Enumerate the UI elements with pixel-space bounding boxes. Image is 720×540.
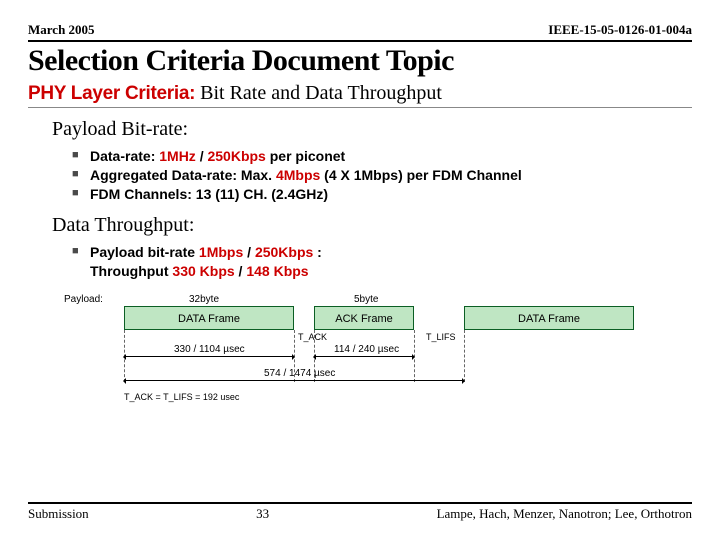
b1-mid1: / <box>196 148 208 164</box>
label-5byte: 5byte <box>354 294 378 305</box>
b4-l2b: 330 Kbps <box>172 263 234 279</box>
box-ack-frame: ACK Frame <box>314 306 414 330</box>
bullet-4: Payload bit-rate 1Mbps / 250Kbps : Throu… <box>72 243 692 281</box>
b4-l1c: / <box>243 244 255 260</box>
label-tlifs: T_LIFS <box>426 332 456 342</box>
bullet-2: Aggregated Data-rate: Max. 4Mbps (4 X 1M… <box>72 166 692 185</box>
b4-l1e: : <box>313 244 322 260</box>
bullet-3: FDM Channels: 13 (11) CH. (2.4GHz) <box>72 185 692 204</box>
timing-note: T_ACK = T_LIFS = 192 usec <box>124 392 239 402</box>
subtitle: PHY Layer Criteria: Bit Rate and Data Th… <box>28 82 692 108</box>
arrow-ack-time <box>314 356 414 357</box>
b2-post: (4 X 1Mbps) per FDM Channel <box>320 167 521 183</box>
label-data-time: 330 / 1104 µsec <box>174 344 245 355</box>
b1-red1: 1MHz <box>159 148 196 164</box>
label-total-time: 574 / 1474 µsec <box>264 368 335 379</box>
subtitle-rest: Bit Rate and Data Throughput <box>195 82 442 104</box>
b2-pre: Aggregated Data-rate: Max. <box>90 167 276 183</box>
header-bar: March 2005 IEEE-15-05-0126-01-004a <box>28 22 692 42</box>
throughput-bullets: Payload bit-rate 1Mbps / 250Kbps : Throu… <box>72 243 692 281</box>
arrow-total-time <box>124 380 464 381</box>
footer-page: 33 <box>256 506 269 522</box>
header-docnum: IEEE-15-05-0126-01-004a <box>548 22 692 38</box>
b1-pre: Data-rate: <box>90 148 159 164</box>
b4-l2c: / <box>235 263 247 279</box>
label-payload: Payload: <box>64 294 103 305</box>
box-data-frame-2: DATA Frame <box>464 306 634 330</box>
subtitle-highlight: PHY Layer Criteria: <box>28 83 195 104</box>
footer-right: Lampe, Hach, Menzer, Nanotron; Lee, Orth… <box>437 506 692 522</box>
footer-left: Submission <box>28 506 89 522</box>
b4-l2d: 148 Kbps <box>246 263 308 279</box>
slide-title: Selection Criteria Document Topic <box>28 44 692 78</box>
box-data-frame-1: DATA Frame <box>124 306 294 330</box>
arrow-data-time <box>124 356 294 357</box>
label-ack-time: 114 / 240 µsec <box>334 344 399 355</box>
payload-bullets: Data-rate: 1MHz / 250Kbps per piconet Ag… <box>72 147 692 204</box>
b4-l1a: Payload bit-rate <box>90 244 199 260</box>
b4-l1b: 1Mbps <box>199 244 243 260</box>
tick <box>464 330 465 382</box>
b1-red2: 250Kbps <box>207 148 265 164</box>
bullet-1: Data-rate: 1MHz / 250Kbps per piconet <box>72 147 692 166</box>
footer-bar: Submission 33 Lampe, Hach, Menzer, Nanot… <box>28 502 692 522</box>
b4-l2a: Throughput <box>90 263 172 279</box>
section-payload-h: Payload Bit-rate: <box>52 118 692 141</box>
b2-red: 4Mbps <box>276 167 320 183</box>
label-tack: T_ACK <box>298 332 327 342</box>
b4-l1d: 250Kbps <box>255 244 313 260</box>
label-32byte: 32byte <box>189 294 219 305</box>
timing-diagram: Payload: 32byte 5byte DATA Frame ACK Fra… <box>64 288 692 408</box>
section-throughput-h: Data Throughput: <box>52 214 692 237</box>
b1-mid2: per piconet <box>266 148 345 164</box>
header-date: March 2005 <box>28 22 95 38</box>
